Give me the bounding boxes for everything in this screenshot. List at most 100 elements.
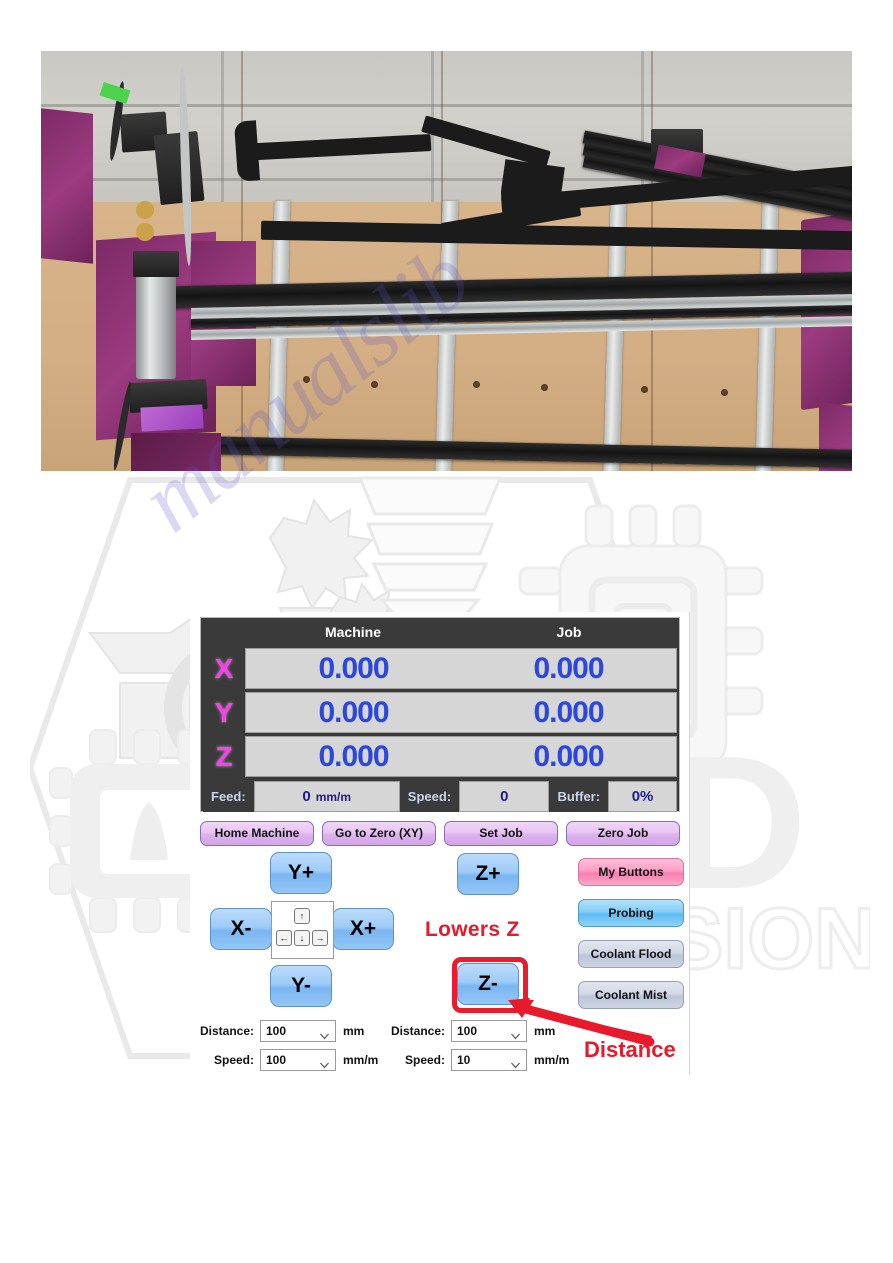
- chevron-down-icon: [320, 1056, 329, 1069]
- dro-values-x: 0.000 0.000: [245, 648, 677, 689]
- axis-label-y: Y: [203, 692, 245, 733]
- dro-header-spacer: [203, 620, 245, 645]
- annotation-distance: Distance: [584, 1037, 676, 1062]
- xy-distance-row: Distance: 100 mm: [198, 1019, 378, 1043]
- home-machine-button[interactable]: Home Machine: [200, 821, 314, 846]
- photo-spindle: [136, 269, 176, 379]
- feed-unit: mm/m: [315, 789, 352, 804]
- digital-readout-panel: Machine Job X 0.000 0.000 Y 0.000 0.000 …: [200, 617, 680, 812]
- xy-distance-unit: mm: [343, 1024, 365, 1038]
- photo-bed-hole: [721, 389, 728, 396]
- photo-dust-shoe: [140, 404, 204, 432]
- speed-field: 0: [459, 781, 550, 812]
- set-job-button[interactable]: Set Job: [444, 821, 558, 846]
- z-speed-row: Speed: 10 mm/m: [389, 1048, 569, 1072]
- xy-distance-value: 100: [266, 1024, 287, 1038]
- z-distance-select[interactable]: 100: [451, 1020, 527, 1042]
- jog-x-plus-button[interactable]: X+: [332, 908, 394, 950]
- z-speed-value: 10: [457, 1053, 471, 1067]
- jog-x-minus-button[interactable]: X-: [210, 908, 272, 950]
- feed-label: Feed:: [203, 781, 254, 812]
- xy-speed-select[interactable]: 100: [260, 1049, 336, 1071]
- dro-column-machine: Machine: [324, 624, 381, 640]
- keyboard-jog-widget[interactable]: ↑ ← ↓ →: [271, 901, 334, 959]
- xy-distance-label: Distance:: [199, 1024, 254, 1038]
- my-buttons-button[interactable]: My Buttons: [578, 858, 684, 886]
- jog-z-plus-button[interactable]: Z+: [457, 853, 519, 895]
- zero-job-button[interactable]: Zero Job: [566, 821, 680, 846]
- z-distance-value: 100: [457, 1024, 478, 1038]
- cnc-machine-photo: [41, 51, 852, 471]
- machine-pos-y: 0.000: [318, 695, 389, 729]
- annotation-lowers-z: Lowers Z: [425, 918, 520, 941]
- probing-button[interactable]: Probing: [578, 899, 684, 927]
- machine-pos-z: 0.000: [318, 739, 389, 773]
- dro-values-z: 0.000 0.000: [245, 736, 677, 777]
- status-bar: Feed: 0 mm/m Speed: 0 Buffer: 0%: [203, 781, 677, 812]
- job-pos-z: 0.000: [533, 739, 604, 773]
- photo-base-plate: [131, 433, 221, 471]
- buffer-value: 0%: [631, 788, 654, 805]
- photo-left-gantry-plate: [41, 108, 93, 264]
- machine-pos-x: 0.000: [318, 651, 389, 685]
- buffer-label: Buffer:: [549, 781, 609, 812]
- dro-row-x: X 0.000 0.000: [203, 648, 677, 689]
- go-to-zero-xy-button[interactable]: Go to Zero (XY): [322, 821, 436, 846]
- chevron-down-icon: [511, 1056, 520, 1069]
- speed-value: 0: [500, 788, 509, 805]
- z-jog-settings: Distance: 100 mm Speed: 10 mm/m: [389, 1019, 569, 1077]
- photo-brass-knob: [136, 201, 154, 219]
- photo-bed-hole: [473, 381, 480, 388]
- jog-y-minus-button[interactable]: Y-: [270, 965, 332, 1007]
- chevron-down-icon: [511, 1027, 520, 1040]
- svg-text:D: D: [670, 717, 807, 929]
- xy-speed-row: Speed: 100 mm/m: [198, 1048, 378, 1072]
- photo-drag-chain-end: [233, 120, 261, 182]
- photo-bed-hole: [641, 386, 648, 393]
- axis-label-x: X: [203, 648, 245, 689]
- utility-button-column: My Buttons Probing Coolant Flood Coolant…: [578, 858, 684, 1022]
- coolant-mist-button[interactable]: Coolant Mist: [578, 981, 684, 1009]
- speed-label: Speed:: [399, 781, 460, 812]
- dro-row-z: Z 0.000 0.000: [203, 736, 677, 777]
- dro-row-y: Y 0.000 0.000: [203, 692, 677, 733]
- machine-action-button-row: Home Machine Go to Zero (XY) Set Job Zer…: [200, 821, 680, 846]
- photo-z-motor-body: [153, 130, 205, 206]
- job-pos-x: 0.000: [533, 651, 604, 685]
- page-root: D SION manualslib Machine Job X 0.000 0.…: [0, 0, 893, 1263]
- key-up-icon[interactable]: ↑: [294, 908, 310, 924]
- dro-values-y: 0.000 0.000: [245, 692, 677, 733]
- photo-brass-knob: [136, 223, 154, 241]
- photo-bed-hole: [371, 381, 378, 388]
- xy-speed-label: Speed:: [213, 1053, 254, 1067]
- feed-value: 0: [302, 788, 311, 805]
- xy-speed-unit: mm/m: [343, 1053, 379, 1067]
- z-speed-select[interactable]: 10: [451, 1049, 527, 1071]
- svg-text:SION: SION: [666, 891, 870, 987]
- job-pos-y: 0.000: [533, 695, 604, 729]
- key-down-icon[interactable]: ↓: [294, 930, 310, 946]
- panel-right-edge: [689, 612, 690, 1075]
- annotation-highlight-box-z-minus: [452, 957, 528, 1013]
- photo-bed-hole: [541, 384, 548, 391]
- axis-label-z: Z: [203, 736, 245, 777]
- coolant-flood-button[interactable]: Coolant Flood: [578, 940, 684, 968]
- xy-speed-value: 100: [266, 1053, 287, 1067]
- buffer-field: 0%: [608, 781, 677, 812]
- z-distance-row: Distance: 100 mm: [389, 1019, 569, 1043]
- z-distance-unit: mm: [534, 1024, 556, 1038]
- key-right-icon[interactable]: →: [312, 930, 328, 946]
- xy-jog-settings: Distance: 100 mm Speed: 100 mm/m: [198, 1019, 378, 1077]
- feed-field: 0 mm/m: [253, 781, 400, 812]
- chevron-down-icon: [320, 1027, 329, 1040]
- jog-y-plus-button[interactable]: Y+: [270, 852, 332, 894]
- photo-spindle-top: [133, 251, 179, 277]
- key-left-icon[interactable]: ←: [276, 930, 292, 946]
- dro-header-row: Machine Job: [203, 620, 677, 645]
- z-speed-unit: mm/m: [534, 1053, 570, 1067]
- xy-distance-select[interactable]: 100: [260, 1020, 336, 1042]
- z-speed-label: Speed:: [404, 1053, 445, 1067]
- photo-board-gap: [651, 51, 653, 471]
- dro-column-job: Job: [556, 624, 582, 640]
- z-distance-label: Distance:: [390, 1024, 445, 1038]
